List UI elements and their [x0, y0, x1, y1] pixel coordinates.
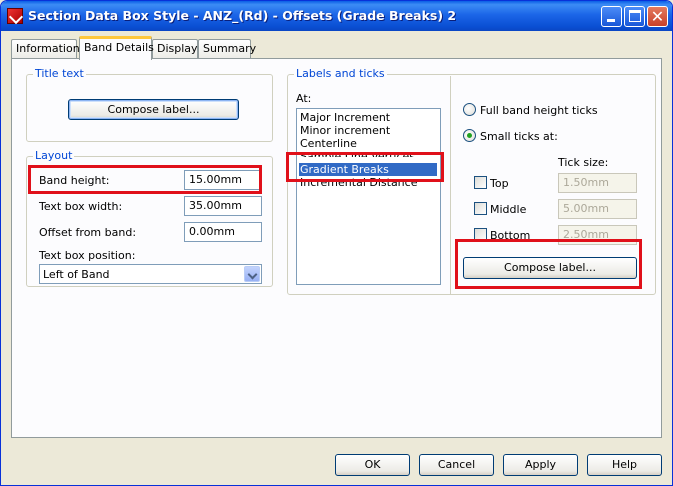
- text-box-position-value: Left of Band: [43, 268, 110, 281]
- app-icon[interactable]: [7, 8, 23, 24]
- middle-checkbox[interactable]: [474, 202, 487, 215]
- text-box-position-label: Text box position:: [39, 249, 136, 262]
- list-item[interactable]: Sample Line Vertices: [299, 150, 415, 157]
- dialog-window: Section Data Box Style - ANZ_(Rd) - Offs…: [0, 0, 673, 486]
- group-divider: [450, 76, 451, 294]
- full-band-height-label: Full band height ticks: [480, 104, 598, 117]
- offset-from-band-input[interactable]: 0.00mm: [184, 222, 262, 242]
- top-checkbox[interactable]: [474, 176, 487, 189]
- list-item[interactable]: Major Increment: [299, 111, 390, 124]
- small-ticks-radio[interactable]: [463, 129, 476, 142]
- at-label: At:: [296, 92, 312, 105]
- title-text-legend: Title text: [33, 67, 86, 80]
- tab-information[interactable]: Information: [11, 39, 80, 59]
- tab-band-details[interactable]: Band Details: [79, 36, 154, 60]
- labels-ticks-legend: Labels and ticks: [294, 67, 387, 80]
- maximize-button[interactable]: [624, 6, 645, 27]
- labels-ticks-group: Labels and ticks At: Major Increment Min…: [287, 67, 656, 295]
- small-ticks-label: Small ticks at:: [480, 130, 558, 143]
- bottom-tick-size-input[interactable]: 2.50mm: [558, 225, 637, 245]
- text-box-width-label: Text box width:: [39, 200, 123, 213]
- layout-legend: Layout: [33, 149, 75, 162]
- apply-button[interactable]: Apply: [503, 454, 578, 476]
- text-box-width-input[interactable]: 35.00mm: [184, 196, 262, 216]
- title-bar[interactable]: Section Data Box Style - ANZ_(Rd) - Offs…: [1, 1, 672, 31]
- ok-button[interactable]: OK: [335, 454, 410, 476]
- list-item[interactable]: Centerline: [299, 137, 357, 150]
- ticks-compose-label-button[interactable]: Compose label...: [463, 257, 637, 279]
- chevron-down-icon[interactable]: [244, 266, 260, 282]
- list-item[interactable]: Minor increment: [299, 124, 390, 137]
- text-box-position-select[interactable]: Left of Band: [39, 264, 262, 284]
- list-item-selected[interactable]: Gradient Breaks: [299, 163, 437, 176]
- band-height-label: Band height:: [39, 174, 110, 187]
- minimize-button[interactable]: [601, 6, 622, 27]
- close-icon: ✕: [650, 7, 665, 26]
- full-band-height-radio[interactable]: [463, 103, 476, 116]
- bottom-checkbox[interactable]: [474, 228, 487, 241]
- layout-group: Layout Band height: 15.00mm Text box wid…: [26, 149, 273, 287]
- bottom-label: Bottom: [490, 229, 531, 242]
- tick-size-label: Tick size:: [558, 156, 609, 169]
- maximize-icon: [629, 10, 641, 22]
- help-button[interactable]: Help: [587, 454, 662, 476]
- at-listbox[interactable]: Major Increment Minor increment Centerli…: [296, 108, 441, 285]
- offset-from-band-label: Offset from band:: [39, 226, 137, 239]
- band-height-input[interactable]: 15.00mm: [184, 170, 262, 190]
- tab-display[interactable]: Display: [152, 39, 198, 59]
- title-compose-label-button[interactable]: Compose label...: [68, 99, 239, 120]
- tab-summary[interactable]: Summary: [198, 39, 256, 59]
- list-item[interactable]: Incremental Distance: [299, 176, 417, 187]
- band-details-panel: Title text Compose label... Layout Band …: [11, 58, 662, 438]
- cancel-button[interactable]: Cancel: [419, 454, 494, 476]
- middle-tick-size-input[interactable]: 5.00mm: [558, 199, 637, 219]
- top-tick-size-input[interactable]: 1.50mm: [558, 173, 637, 193]
- close-button[interactable]: ✕: [647, 6, 668, 27]
- window-title: Section Data Box Style - ANZ_(Rd) - Offs…: [28, 8, 457, 23]
- minimize-icon: [607, 19, 615, 22]
- middle-label: Middle: [490, 203, 527, 216]
- top-label: Top: [490, 177, 509, 190]
- title-text-group: Title text Compose label...: [26, 67, 273, 142]
